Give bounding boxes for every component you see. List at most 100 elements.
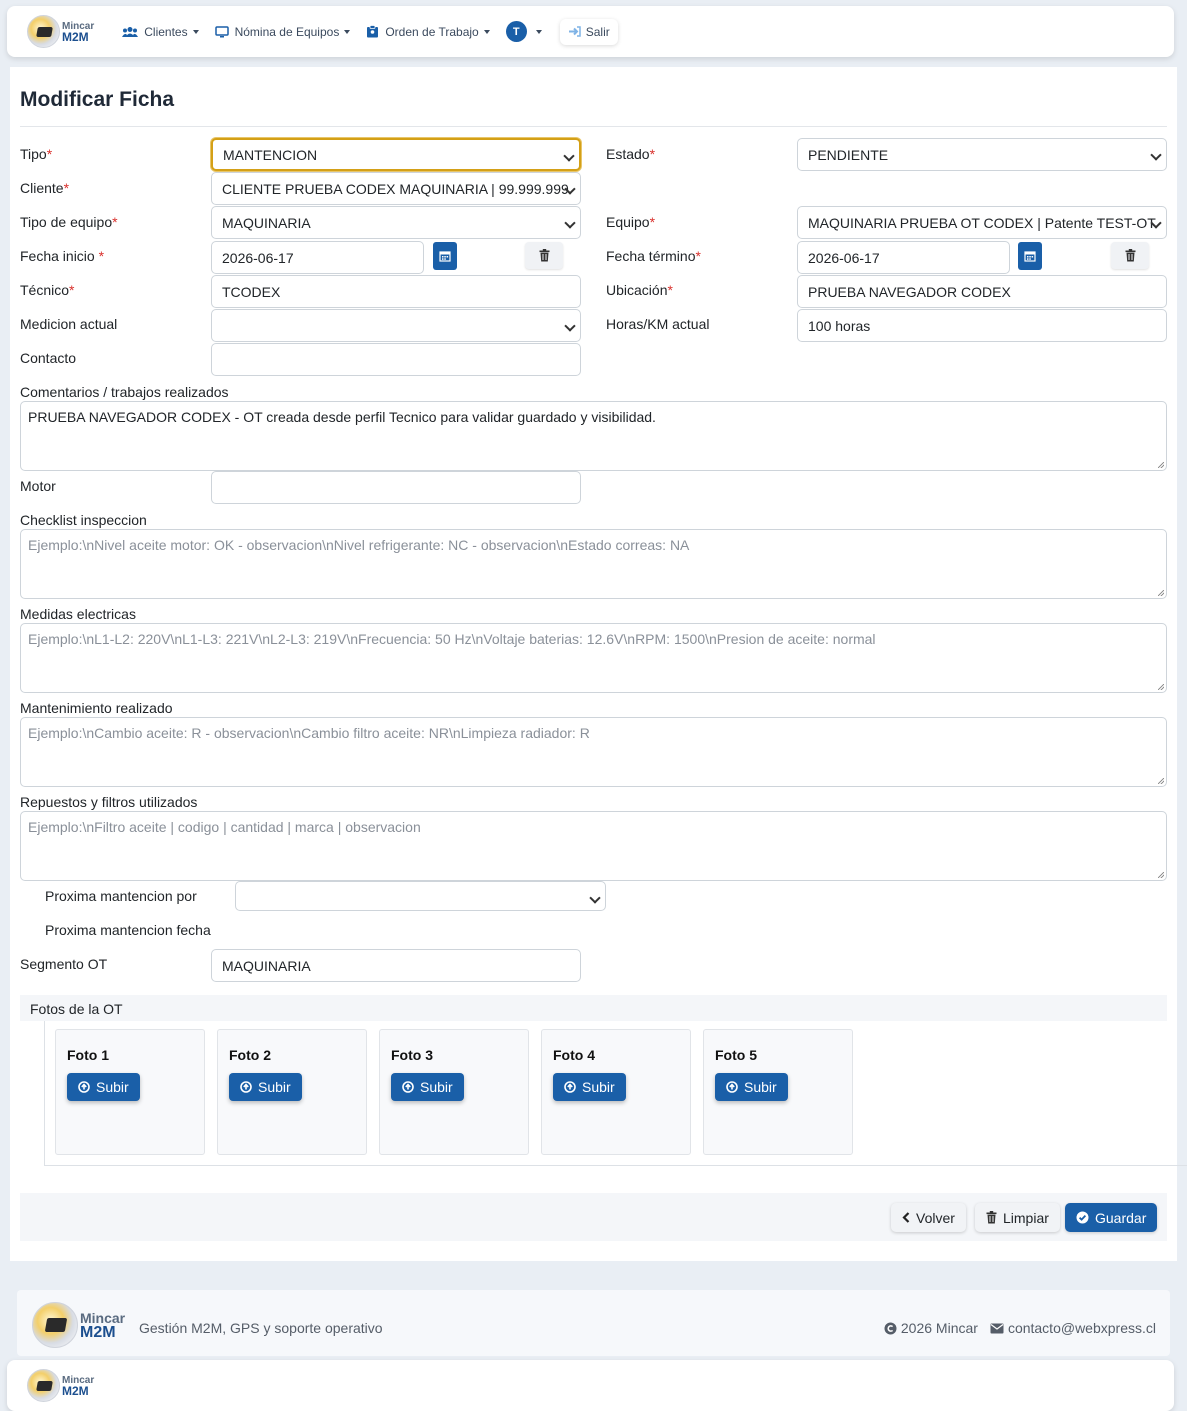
brand-logo[interactable]: Mincar M2M <box>27 15 94 48</box>
nav-orden[interactable]: Orden de Trabajo <box>366 24 490 39</box>
foto-card-3: Foto 3 Subir <box>379 1029 529 1155</box>
foto-1-upload-button[interactable]: Subir <box>67 1073 140 1101</box>
medicion-select[interactable] <box>211 309 581 342</box>
proxima-por-select[interactable] <box>235 881 606 911</box>
fecha-termino-clear-button[interactable] <box>1111 242 1149 269</box>
footer-tagline: Gestión M2M, GPS y soporte operativo <box>139 1320 383 1336</box>
logo-chip-icon <box>27 1369 60 1402</box>
foto-title: Foto 4 <box>553 1047 595 1063</box>
comentarios-textarea[interactable]: PRUEBA NAVEGADOR CODEX - OT creada desde… <box>20 401 1167 471</box>
medidas-textarea[interactable]: Ejemplo:\nL1-L2: 220V\nL1-L3: 221V\nL2-L… <box>20 623 1167 693</box>
ubicacion-input[interactable]: PRUEBA NAVEGADOR CODEX <box>797 275 1167 308</box>
volver-button[interactable]: Volver <box>891 1203 966 1232</box>
foto-card-5: Foto 5 Subir <box>703 1029 853 1155</box>
estado-select[interactable]: PENDIENTE <box>797 138 1167 171</box>
footer: Mincar M2M Gestión M2M, GPS y soporte op… <box>17 1290 1170 1356</box>
trash-icon <box>1125 249 1135 262</box>
nav-orden-label: Orden de Trabajo <box>385 24 479 39</box>
contacto-label: Contacto <box>20 350 77 366</box>
footer-brand-line1: Mincar <box>80 1309 126 1326</box>
mantenimiento-textarea[interactable]: Ejemplo:\nCambio aceite: R - observacion… <box>20 717 1167 787</box>
nav-clientes-label: Clientes <box>144 24 188 39</box>
salir-label: Salir <box>585 24 610 39</box>
proxima-fecha-label: Proxima mantencion fecha <box>45 922 211 938</box>
foto-card-1: Foto 1 Subir <box>55 1029 205 1155</box>
caret-down-icon <box>535 29 542 34</box>
cliente-label: Cliente* <box>20 180 70 196</box>
segmento-label: Segmento OT <box>20 956 108 972</box>
fecha-termino-label: Fecha término* <box>606 248 701 264</box>
equipo-select[interactable]: MAQUINARIA PRUEBA OT CODEX | Patente TES… <box>797 206 1167 239</box>
foto-4-upload-button[interactable]: Subir <box>553 1073 626 1101</box>
horas-input[interactable]: 100 horas <box>797 309 1167 342</box>
upload-circle-icon <box>402 1081 414 1093</box>
foto-2-upload-button[interactable]: Subir <box>229 1073 302 1101</box>
nav-clientes[interactable]: Clientes <box>122 24 199 39</box>
equipo-label: Equipo* <box>606 214 656 230</box>
nav-nomina-label: Nómina de Equipos <box>234 24 340 39</box>
foto-title: Foto 5 <box>715 1047 757 1063</box>
tecnico-label: Técnico* <box>20 282 75 298</box>
salir-button[interactable]: Salir <box>560 19 618 45</box>
copyright-icon <box>884 1322 897 1334</box>
tecnico-input[interactable]: TCODEX <box>211 275 581 308</box>
top-navbar-repeat: Mincar M2M <box>7 1360 1174 1411</box>
tipo-label: Tipo* <box>20 146 53 162</box>
brand-logo[interactable]: Mincar M2M <box>27 1369 94 1402</box>
clipboard-icon <box>367 25 379 38</box>
tipo-equipo-select[interactable]: MAQUINARIA <box>211 206 581 239</box>
monitor-icon <box>214 25 229 37</box>
mantenimiento-label: Mantenimiento realizado <box>20 700 173 716</box>
upload-circle-icon <box>564 1081 576 1093</box>
fecha-inicio-clear-button[interactable] <box>525 242 563 269</box>
repuestos-label: Repuestos y filtros utilizados <box>20 794 198 810</box>
checklist-label: Checklist inspeccion <box>20 512 147 528</box>
trash-icon <box>539 249 549 262</box>
chevron-left-icon <box>902 1212 910 1223</box>
footer-info: 2026 Mincar contacto@webxpress.cl <box>872 1320 1156 1336</box>
footer-brand-line2: M2M <box>80 1323 116 1341</box>
footer-email-link[interactable]: contacto@webxpress.cl <box>990 1320 1156 1336</box>
title-divider <box>20 126 1167 127</box>
nav-nomina[interactable]: Nómina de Equipos <box>214 24 351 39</box>
upload-circle-icon <box>78 1081 90 1093</box>
fecha-termino-input[interactable]: 2026-06-17 <box>797 241 1010 274</box>
fecha-inicio-input[interactable]: 2026-06-17 <box>211 241 424 274</box>
tipo-select[interactable]: MANTENCION <box>211 138 581 171</box>
check-circle-icon <box>1076 1211 1089 1224</box>
calendar-icon <box>439 251 451 262</box>
cliente-select[interactable]: CLIENTE PRUEBA CODEX MAQUINARIA | 99.999… <box>211 172 581 205</box>
limpiar-button[interactable]: Limpiar <box>975 1203 1060 1232</box>
fecha-inicio-calendar-button[interactable] <box>433 242 457 270</box>
users-icon <box>122 26 139 37</box>
user-menu[interactable]: T <box>505 21 542 42</box>
brand-line2: M2M <box>62 29 89 44</box>
foto-title: Foto 3 <box>391 1047 433 1063</box>
contacto-input[interactable] <box>211 343 581 376</box>
envelope-icon <box>990 1323 1004 1333</box>
upload-circle-icon <box>240 1081 252 1093</box>
fecha-termino-calendar-button[interactable] <box>1018 242 1042 270</box>
foto-card-2: Foto 2 Subir <box>217 1029 367 1155</box>
horas-label: Horas/KM actual <box>606 316 710 332</box>
motor-input[interactable] <box>211 471 581 504</box>
foto-5-upload-button[interactable]: Subir <box>715 1073 788 1101</box>
foto-3-upload-button[interactable]: Subir <box>391 1073 464 1101</box>
checklist-textarea[interactable]: Ejemplo:\nNivel aceite motor: OK - obser… <box>20 529 1167 599</box>
proxima-por-label: Proxima mantencion por <box>45 888 197 904</box>
footer-copyright: 2026 Mincar <box>884 1320 978 1336</box>
medicion-label: Medicion actual <box>20 316 118 332</box>
caret-down-icon <box>483 29 490 34</box>
comentarios-label: Comentarios / trabajos realizados <box>20 384 229 400</box>
foto-title: Foto 1 <box>67 1047 109 1063</box>
page-title: Modificar Ficha <box>20 88 175 111</box>
fotos-header: Fotos de la OT <box>20 995 1167 1021</box>
foto-card-4: Foto 4 Subir <box>541 1029 691 1155</box>
footer-logo: Mincar M2M <box>32 1302 125 1348</box>
guardar-button[interactable]: Guardar <box>1065 1203 1158 1232</box>
brand-line1: Mincar <box>62 1374 95 1386</box>
fecha-inicio-label: Fecha inicio * <box>20 248 105 264</box>
sign-out-icon <box>568 26 581 37</box>
segmento-input[interactable]: MAQUINARIA <box>211 949 581 982</box>
repuestos-textarea[interactable]: Ejemplo:\nFiltro aceite | codigo | canti… <box>20 811 1167 881</box>
